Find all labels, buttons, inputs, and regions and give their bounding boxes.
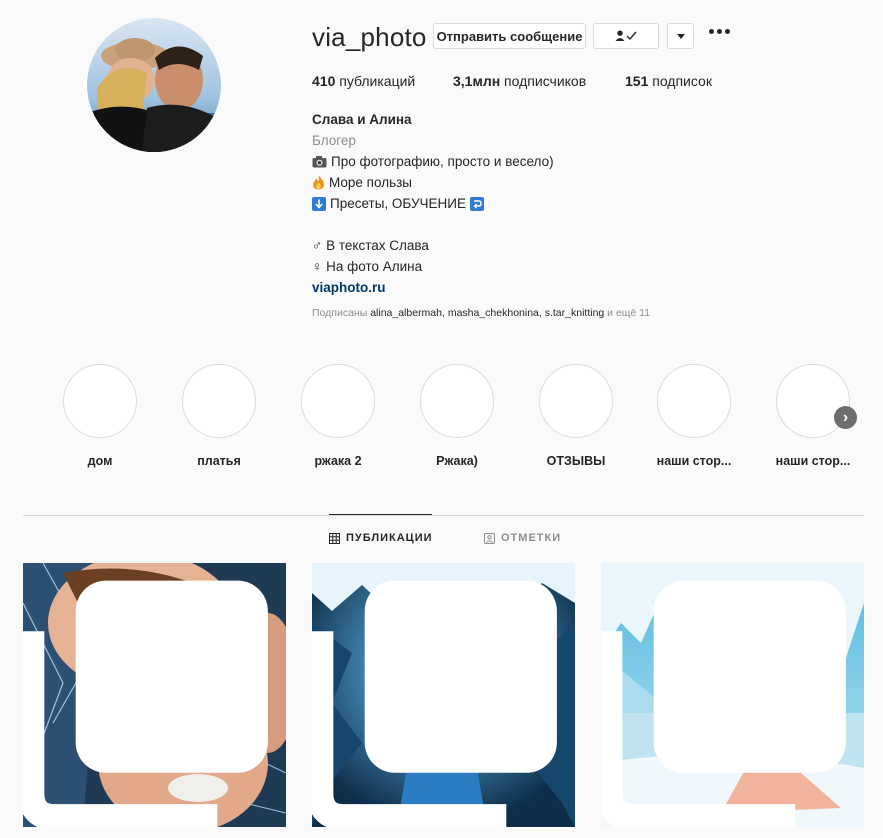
highlight-cover[interactable] <box>420 364 494 438</box>
bio-line: ♂ В текстах Слава <box>312 235 554 256</box>
tagged-icon <box>484 532 495 544</box>
profile-username: via_photo <box>312 22 427 52</box>
tabs-divider <box>23 515 864 516</box>
profile-avatar[interactable] <box>87 18 221 152</box>
highlight-label: Ржака) <box>436 454 478 468</box>
return-arrow-emoji-icon <box>470 196 485 211</box>
profile-full-name: Слава и Алина <box>312 112 412 127</box>
post-thumbnail[interactable] <box>23 563 286 827</box>
highlight-label: наши стор... <box>656 454 732 468</box>
fire-emoji-icon <box>313 175 325 190</box>
highlight-label: ОТЗЫВЫ <box>546 454 606 468</box>
highlight-label: платья <box>197 454 241 468</box>
carousel-icon <box>312 580 557 827</box>
highlight-label: дом <box>87 454 113 468</box>
tab-posts[interactable]: ПУБЛИКАЦИИ <box>329 532 433 544</box>
highlight-item[interactable]: дом <box>40 364 160 468</box>
post-thumbnail[interactable] <box>601 563 864 827</box>
down-arrow-emoji-icon <box>312 196 326 211</box>
camera-emoji-icon <box>312 156 327 168</box>
posts-count: 410 публикаций <box>312 73 416 89</box>
suggested-dropdown-button[interactable] <box>667 23 694 49</box>
followers-count[interactable]: 3,1млн подписчиков <box>453 73 586 89</box>
more-options-icon[interactable] <box>709 29 730 34</box>
highlight-cover[interactable] <box>182 364 256 438</box>
highlight-label: наши стор... <box>775 454 851 468</box>
post-thumbnail[interactable] <box>312 563 575 827</box>
profile-category: Блогер <box>312 133 356 148</box>
story-highlights: дом платья ржака 2 Ржака) ОТЗЫВЫ наши ст… <box>0 364 883 474</box>
bio-line: ♀ На фото Алина <box>312 256 554 277</box>
bio-line: Пресеты, ОБУЧЕНИЕ <box>312 193 554 214</box>
send-message-button[interactable]: Отправить сообщение <box>433 23 586 49</box>
grid-icon <box>329 532 340 544</box>
profile-website-link[interactable]: viaphoto.ru <box>312 277 554 298</box>
followed-by[interactable]: Подписаны alina_albermah, masha_chekhoni… <box>312 307 650 319</box>
carousel-icon <box>23 580 268 827</box>
following-button[interactable] <box>593 23 659 49</box>
chevron-down-icon <box>676 33 685 39</box>
bio-line: Море пользы <box>312 172 554 193</box>
highlight-item[interactable]: платья <box>159 364 279 468</box>
highlight-cover[interactable] <box>539 364 613 438</box>
active-tab-indicator <box>329 514 432 515</box>
male-sign-icon: ♂ <box>312 238 323 253</box>
chevron-right-icon[interactable]: › <box>834 406 857 429</box>
highlight-item[interactable]: Ржака) <box>397 364 517 468</box>
highlight-item[interactable]: наши стор... <box>634 364 754 468</box>
following-count[interactable]: 151 подписок <box>625 73 712 89</box>
highlight-cover[interactable] <box>63 364 137 438</box>
highlight-item[interactable]: ОТЗЫВЫ <box>516 364 636 468</box>
female-sign-icon: ♀ <box>312 259 323 274</box>
following-check-icon <box>615 30 637 41</box>
bio-line: Про фотографию, просто и весело) <box>312 151 554 172</box>
highlight-cover[interactable] <box>301 364 375 438</box>
profile-bio: Слава и Алина Блогер Про фотографию, про… <box>312 109 554 298</box>
highlight-cover[interactable] <box>657 364 731 438</box>
carousel-icon <box>601 580 846 827</box>
tab-tagged[interactable]: ОТМЕТКИ <box>484 532 561 544</box>
highlight-label: ржака 2 <box>314 454 362 468</box>
highlight-item[interactable]: ржака 2 <box>278 364 398 468</box>
